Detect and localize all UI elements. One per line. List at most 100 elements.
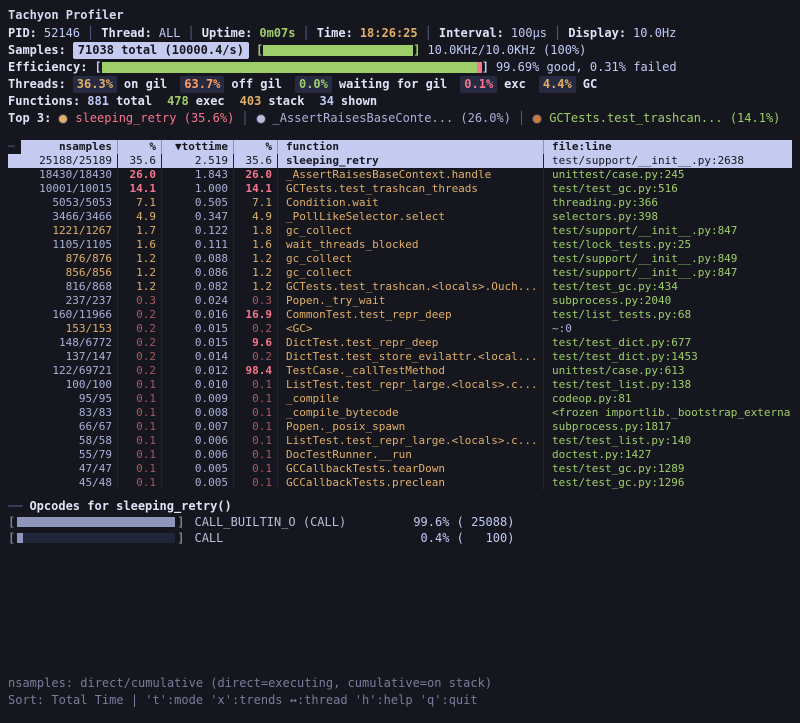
cell-nsamples: 816/868 xyxy=(8,280,118,294)
table-row[interactable]: 18430/18430 26.0 1.843 26.0 _AssertRaise… xyxy=(8,168,792,182)
table-row[interactable]: 47/47 0.1 0.005 0.1 GCCallbackTests.tear… xyxy=(8,462,792,476)
cell-pct2: 1.6 xyxy=(234,238,278,252)
table-row[interactable]: 83/83 0.1 0.008 0.1 _compile_bytecode <f… xyxy=(8,406,792,420)
cell-nsamples: 148/6772 xyxy=(8,336,118,350)
cell-tottime: 0.505 xyxy=(162,196,234,210)
table-row[interactable]: 55/79 0.1 0.006 0.1 DocTestRunner.__run … xyxy=(8,448,792,462)
opcode-stats: 99.6% ( 25088) xyxy=(394,514,514,530)
table-row[interactable]: 153/153 0.2 0.015 0.2 <GC> ~:0 xyxy=(8,322,792,336)
table-body: 25188/25189 35.6 2.519 35.6 sleeping_ret… xyxy=(8,154,792,490)
separator: │ xyxy=(188,25,195,42)
column-header-function[interactable]: function xyxy=(278,140,544,154)
column-header-nsamples[interactable]: nsamples xyxy=(8,140,118,154)
cell-pct1: 26.0 xyxy=(118,168,162,182)
cell-file: test/support/__init__.py:2638 xyxy=(544,154,792,168)
opcode-bar-fill xyxy=(17,533,23,543)
gold-medal-icon xyxy=(58,114,68,124)
cell-function: gc_collect xyxy=(278,224,544,238)
column-header-pct1[interactable]: % xyxy=(118,140,162,154)
cell-pct1: 1.2 xyxy=(118,252,162,266)
table-row[interactable]: 58/58 0.1 0.006 0.1 ListTest.test_repr_l… xyxy=(8,434,792,448)
table-row[interactable]: 856/856 1.2 0.086 1.2 gc_collect test/su… xyxy=(8,266,792,280)
table-row[interactable]: 10001/10015 14.1 1.000 14.1 GCTests.test… xyxy=(8,182,792,196)
table-row[interactable]: 1105/1105 1.6 0.111 1.6 wait_threads_blo… xyxy=(8,238,792,252)
opcode-bar-fill xyxy=(17,517,174,527)
column-header-tottime[interactable]: ▼tottime xyxy=(162,140,234,154)
table-row[interactable]: 66/67 0.1 0.007 0.1 Popen._posix_spawn s… xyxy=(8,420,792,434)
thread-stat-label: GC xyxy=(583,76,597,93)
table-row[interactable]: 5053/5053 7.1 0.505 7.1 Condition.wait t… xyxy=(8,196,792,210)
column-header-file[interactable]: file:line xyxy=(544,140,792,154)
cell-function: DictTest.test_store_evilattr.<local... xyxy=(278,350,544,364)
cell-function: DictTest.test_repr_deep xyxy=(278,336,544,350)
table-row[interactable]: 148/6772 0.2 0.015 9.6 DictTest.test_rep… xyxy=(8,336,792,350)
table-row[interactable]: 25188/25189 35.6 2.519 35.6 sleeping_ret… xyxy=(8,154,792,168)
display-label: Display: xyxy=(568,25,626,42)
bar-bracket: [ xyxy=(94,59,101,76)
cell-file: <frozen importlib._bootstrap_externa xyxy=(544,406,792,420)
samples-bar: [ ] xyxy=(256,42,420,59)
opcode-bar-track xyxy=(17,517,175,527)
top3-list: sleeping_retry (35.6%) │ _AssertRaisesBase… xyxy=(58,110,780,127)
top3-label: Top 3: xyxy=(8,110,51,127)
table-row[interactable]: 137/147 0.2 0.014 0.2 DictTest.test_stor… xyxy=(8,350,792,364)
cell-tottime: 0.086 xyxy=(162,266,234,280)
cell-pct1: 4.9 xyxy=(118,210,162,224)
cell-function: ListTest.test_repr_large.<locals>.c... xyxy=(278,434,544,448)
thread-stat-value: 4.4% xyxy=(539,76,576,93)
opcode-name: CALL xyxy=(194,530,394,546)
profiler-screen: Tachyon Profiler PID: 52146 │ Thread: AL… xyxy=(0,0,800,723)
table-row[interactable]: 237/237 0.3 0.024 0.3 Popen._try_wait su… xyxy=(8,294,792,308)
cell-pct1: 1.2 xyxy=(118,266,162,280)
samples-bar-fill xyxy=(263,45,413,56)
cell-nsamples: 5053/5053 xyxy=(8,196,118,210)
cell-function: _AssertRaisesBaseContext.handle xyxy=(278,168,544,182)
table-row[interactable]: 876/876 1.2 0.088 1.2 gc_collect test/su… xyxy=(8,252,792,266)
table-row[interactable]: 3466/3466 4.9 0.347 4.9 _PollLikeSelecto… xyxy=(8,210,792,224)
table-row[interactable]: 160/11966 0.2 0.016 16.9 CommonTest.test… xyxy=(8,308,792,322)
cell-tottime: 2.519 xyxy=(162,154,234,168)
top-function[interactable]: GCTests.test_trashcan... (14.1%) xyxy=(549,110,780,127)
cell-file: unittest/case.py:245 xyxy=(544,168,792,182)
cell-nsamples: 18430/18430 xyxy=(8,168,118,182)
cell-function: sleeping_retry xyxy=(278,154,544,168)
cell-pct2: 0.2 xyxy=(234,350,278,364)
top-function[interactable]: sleeping_retry (35.6%) xyxy=(75,110,234,127)
cell-tottime: 0.005 xyxy=(162,476,234,490)
cell-pct1: 0.2 xyxy=(118,364,162,378)
separator: │ xyxy=(87,25,94,42)
table-row[interactable]: 100/100 0.1 0.010 0.1 ListTest.test_repr… xyxy=(8,378,792,392)
column-header-pct2[interactable]: % xyxy=(234,140,278,154)
keybind-line: Sort: Total Time | 't':mode 'x':trends ↔… xyxy=(8,692,492,709)
table-row[interactable]: 45/48 0.1 0.005 0.1 GCCallbackTests.prec… xyxy=(8,476,792,490)
table-row[interactable]: 816/868 1.2 0.082 1.2 GCTests.test_trash… xyxy=(8,280,792,294)
table-row[interactable]: 1221/1267 1.7 0.122 1.8 gc_collect test/… xyxy=(8,224,792,238)
cell-pct2: 0.1 xyxy=(234,392,278,406)
cell-pct1: 1.6 xyxy=(118,238,162,252)
samples-row: Samples: 71038 total (10000.4/s) [ ] 10.… xyxy=(8,42,792,59)
cell-pct1: 1.2 xyxy=(118,280,162,294)
table-row[interactable]: 122/69721 0.2 0.012 98.4 TestCase._callT… xyxy=(8,364,792,378)
thread-stat-value: 36.3% xyxy=(73,76,117,93)
interval-label: Interval: xyxy=(439,25,504,42)
threads-row: Threads: 36.3%on gil63.7%off gil0.0%wait… xyxy=(8,76,792,93)
top-function[interactable]: _AssertRaisesBaseConte... (26.0%) xyxy=(273,110,511,127)
cell-pct1: 0.1 xyxy=(118,434,162,448)
thread-stat-label: on gil xyxy=(124,76,167,93)
cell-function: _compile xyxy=(278,392,544,406)
bar-bracket: [ xyxy=(8,530,15,546)
cell-pct2: 1.2 xyxy=(234,252,278,266)
cell-file: ~:0 xyxy=(544,322,792,336)
cell-pct1: 0.1 xyxy=(118,420,162,434)
cell-file: doctest.py:1427 xyxy=(544,448,792,462)
thread-value[interactable]: ALL xyxy=(159,25,181,42)
opcode-bar-track xyxy=(17,533,175,543)
legend-line: nsamples: direct/cumulative (direct=exec… xyxy=(8,675,492,692)
table-row[interactable]: 95/95 0.1 0.009 0.1 _compile codeop.py:8… xyxy=(8,392,792,406)
separator: │ xyxy=(241,110,248,127)
cell-function: <GC> xyxy=(278,322,544,336)
cell-pct2: 0.1 xyxy=(234,420,278,434)
functions-row: Functions: 881total478exec403stack34show… xyxy=(8,93,792,110)
cell-pct1: 0.2 xyxy=(118,350,162,364)
cell-nsamples: 1221/1267 xyxy=(8,224,118,238)
